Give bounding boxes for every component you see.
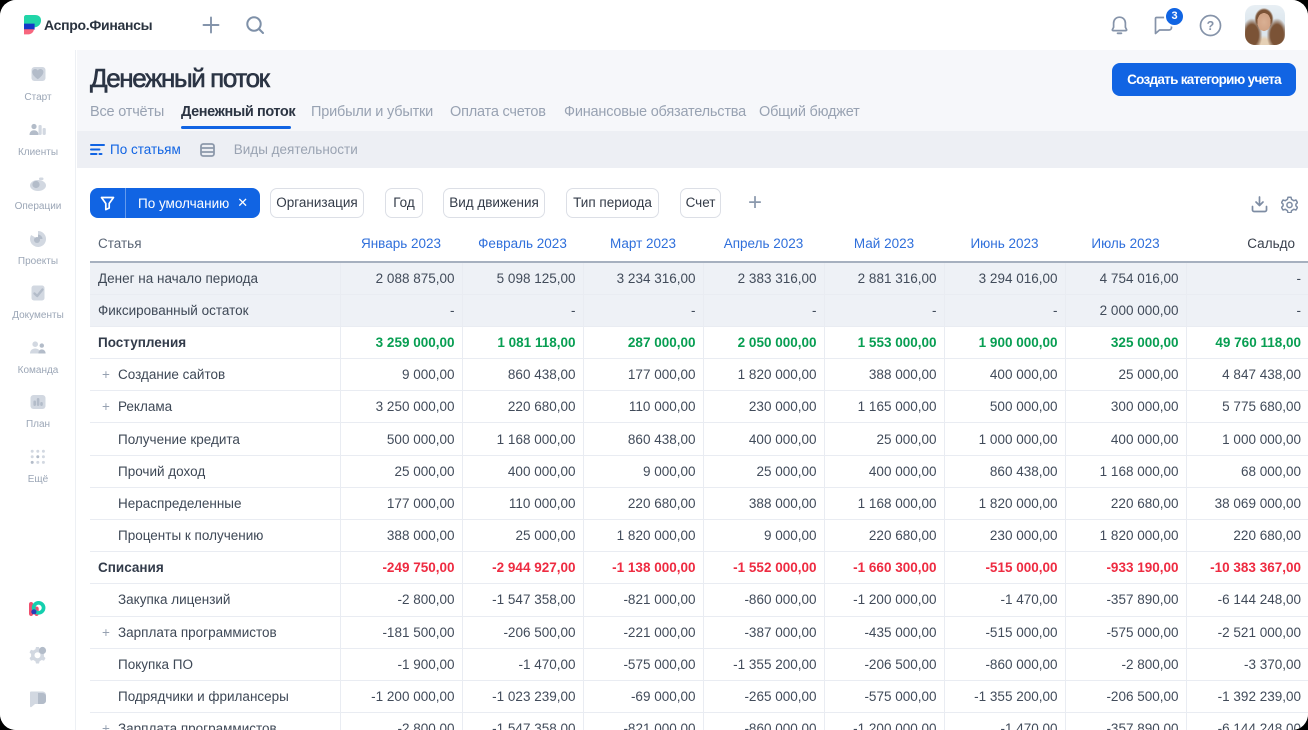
svg-text:?: ? bbox=[1207, 19, 1215, 33]
